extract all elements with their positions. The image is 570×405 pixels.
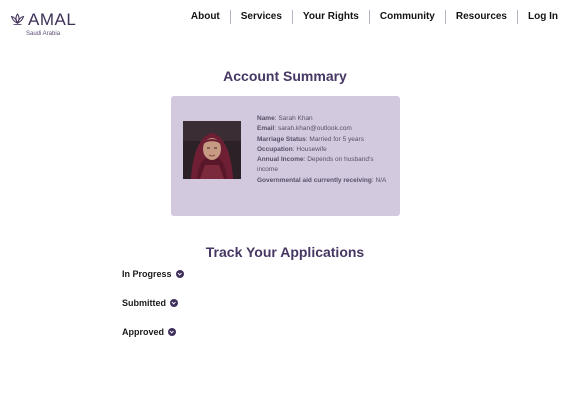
detail-value: Sarah Khan	[278, 115, 313, 122]
account-summary-title: Account Summary	[223, 68, 347, 84]
brand-name: AMAL	[28, 10, 77, 29]
detail-income-row: Annual Income: Depends on husband's inco…	[257, 156, 374, 174]
track-applications-title: Track Your Applications	[205, 244, 365, 260]
submitted-toggle[interactable]: Submitted	[122, 296, 178, 310]
brand-subtitle: Saudi Arabia	[26, 31, 61, 37]
nav-login-link[interactable]: Log In	[518, 9, 558, 25]
chevron-down-icon[interactable]	[168, 328, 177, 336]
site-header: AMAL Saudi Arabia About Services Your Ri…	[0, 0, 570, 44]
main-nav: About Services Your Rights Community Res…	[181, 9, 558, 25]
detail-marriage-row: Marriage Status: Married for 5 years	[257, 135, 364, 143]
account-details: Name: Sarah Khan Email: sarah.khan@outlo…	[257, 114, 391, 186]
nav-community-link[interactable]: Community	[370, 9, 445, 25]
detail-label: Occupation	[257, 145, 293, 153]
profile-photo	[183, 121, 241, 179]
detail-value: N/A	[375, 176, 387, 184]
lotus-icon	[10, 13, 25, 27]
status-label: Submitted	[122, 298, 166, 308]
approved-toggle[interactable]: Approved	[122, 325, 177, 339]
detail-label: Annual Income	[257, 156, 304, 164]
detail-value: sarah.khan@outlook.com	[277, 125, 352, 133]
chevron-down-icon[interactable]	[170, 299, 178, 307]
nav-resources-link[interactable]: Resources	[446, 9, 517, 25]
nav-your-rights-link[interactable]: Your Rights	[293, 9, 369, 25]
detail-email-row: Email: sarah.khan@outlook.com	[257, 125, 352, 133]
detail-occupation-row: Occupation: Housewife	[257, 145, 327, 153]
status-label: Approved	[122, 327, 165, 337]
status-label: In Progress	[122, 269, 172, 279]
detail-label: Name	[257, 115, 275, 122]
account-summary-card: Name: Sarah Khan Email: sarah.khan@outlo…	[171, 96, 400, 216]
nav-services-link[interactable]: Services	[231, 9, 292, 25]
detail-label: Email	[257, 125, 275, 133]
brand-logo[interactable]: AMAL Saudi Arabia	[10, 10, 90, 40]
detail-label: Governmental aid currently receiving	[257, 176, 372, 184]
logo-row: AMAL	[10, 10, 90, 30]
chevron-down-icon[interactable]	[175, 270, 184, 278]
detail-value: Housewife	[296, 145, 327, 153]
in-progress-toggle[interactable]: In Progress	[122, 267, 184, 281]
nav-about-link[interactable]: About	[181, 9, 230, 25]
detail-aid-row: Governmental aid currently receiving: N/…	[257, 176, 387, 184]
detail-value: Married for 5 years	[309, 135, 364, 143]
detail-label: Marriage Status	[257, 135, 306, 143]
detail-name-row: Name: Sarah Khan	[257, 115, 313, 122]
